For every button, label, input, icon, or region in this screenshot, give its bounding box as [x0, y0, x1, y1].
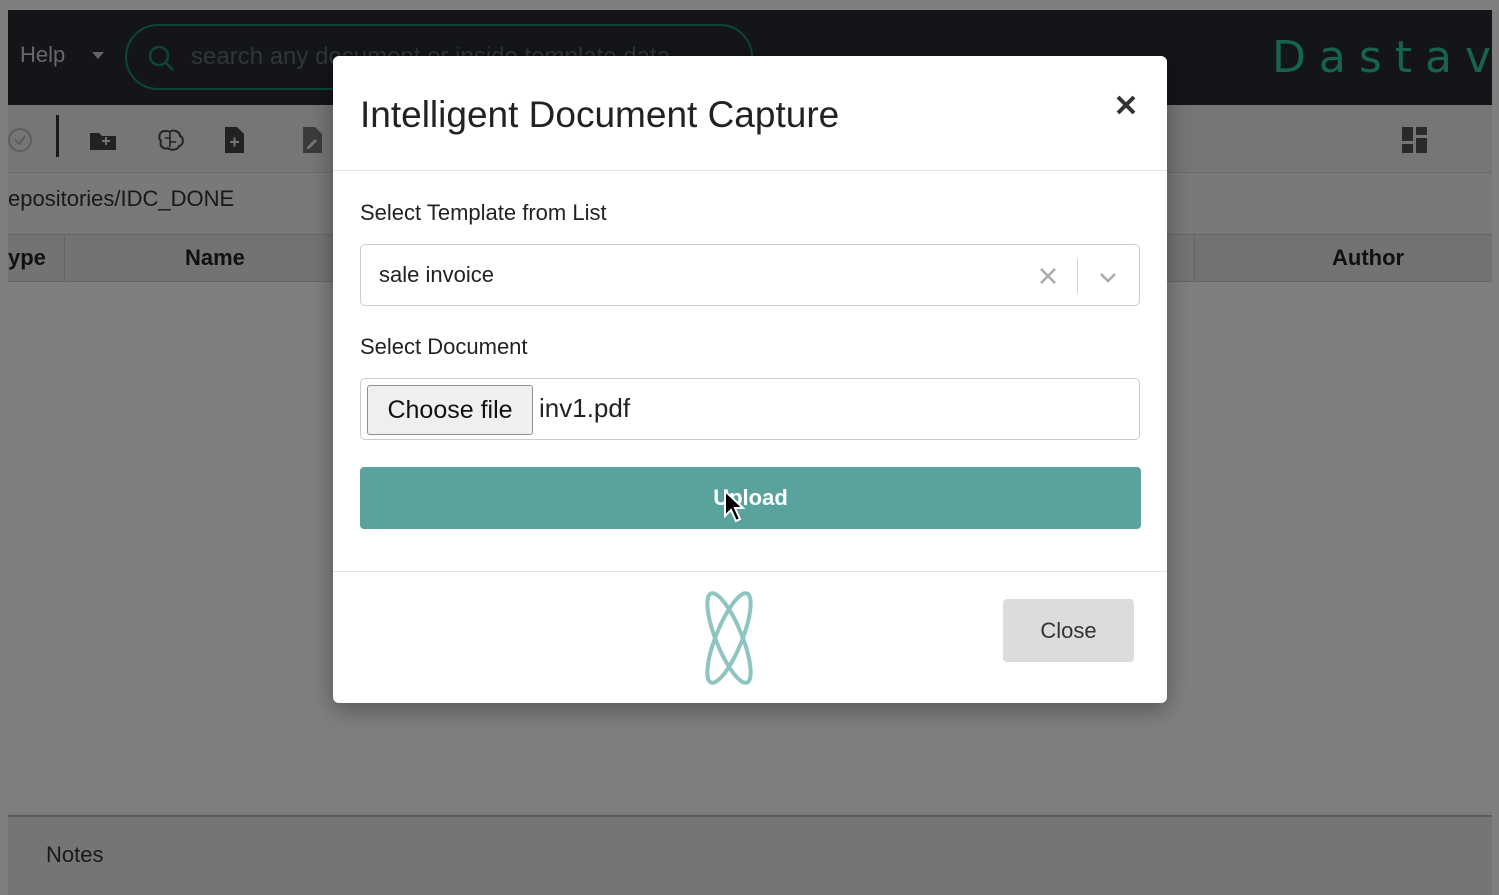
select-separator — [1077, 259, 1078, 293]
cursor-icon — [724, 489, 746, 523]
selected-file-name: inv1.pdf — [539, 393, 631, 423]
choose-file-button[interactable]: Choose file — [367, 385, 533, 435]
modal-header: Intelligent Document Capture — [333, 56, 1167, 171]
chevron-down-icon[interactable] — [1098, 267, 1118, 287]
app-logo-icon — [705, 591, 753, 685]
upload-button[interactable]: Upload — [360, 467, 1141, 529]
file-input[interactable]: Choose file inv1.pdf — [360, 378, 1140, 440]
clear-icon[interactable] — [1037, 265, 1059, 287]
close-button[interactable]: Close — [1003, 599, 1134, 662]
modal-title: Intelligent Document Capture — [360, 94, 840, 135]
template-select-value: sale invoice — [379, 262, 494, 287]
idc-modal: Intelligent Document Capture Select Temp… — [333, 56, 1167, 703]
template-label: Select Template from List — [360, 200, 607, 225]
template-select[interactable]: sale invoice — [360, 244, 1140, 306]
modal-footer: Close — [333, 571, 1167, 703]
document-label: Select Document — [360, 334, 528, 359]
close-icon[interactable] — [1111, 90, 1141, 120]
